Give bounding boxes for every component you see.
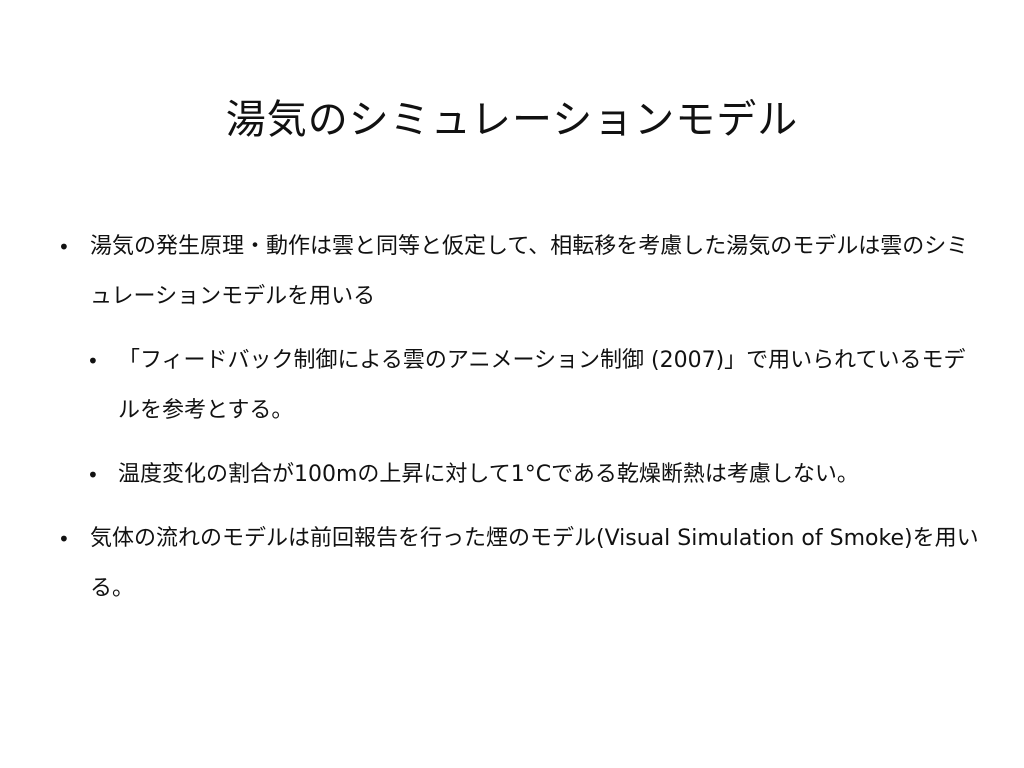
bullet-dot: •: [58, 527, 70, 551]
bullet-dot: •: [87, 463, 99, 487]
bullet-dot: •: [87, 349, 99, 373]
bullet-text: 気体の流れのモデルは前回報告を行った煙のモデル(Visual Simulatio…: [90, 526, 979, 601]
sub-bullet-item: • 温度変化の割合が100mの上昇に対して1°Cである乾燥断熱は考慮しない。: [0, 450, 984, 500]
slide: 湯気のシミュレーションモデル • 湯気の発生原理・動作は雲と同等と仮定して、相転…: [0, 0, 1024, 768]
sub-bullet-text: 「フィードバック制御による雲のアニメーション制御 (2007)」で用いられている…: [118, 348, 966, 423]
bullet-list: • 湯気の発生原理・動作は雲と同等と仮定して、相転移を考慮した湯気のモデルは雲の…: [0, 222, 1024, 628]
bullet-dot: •: [58, 235, 70, 259]
bullet-item: • 湯気の発生原理・動作は雲と同等と仮定して、相転移を考慮した湯気のモデルは雲の…: [0, 222, 980, 322]
slide-title: 湯気のシミュレーションモデル: [225, 97, 799, 143]
bullet-item: • 気体の流れのモデルは前回報告を行った煙のモデル(Visual Simulat…: [0, 514, 980, 614]
bullet-text: 湯気の発生原理・動作は雲と同等と仮定して、相転移を考慮した湯気のモデルは雲のシミ…: [90, 234, 969, 309]
sub-bullet-item: • 「フィードバック制御による雲のアニメーション制御 (2007)」で用いられて…: [0, 336, 984, 436]
sub-bullet-text: 温度変化の割合が100mの上昇に対して1°Cである乾燥断熱は考慮しない。: [118, 462, 859, 487]
